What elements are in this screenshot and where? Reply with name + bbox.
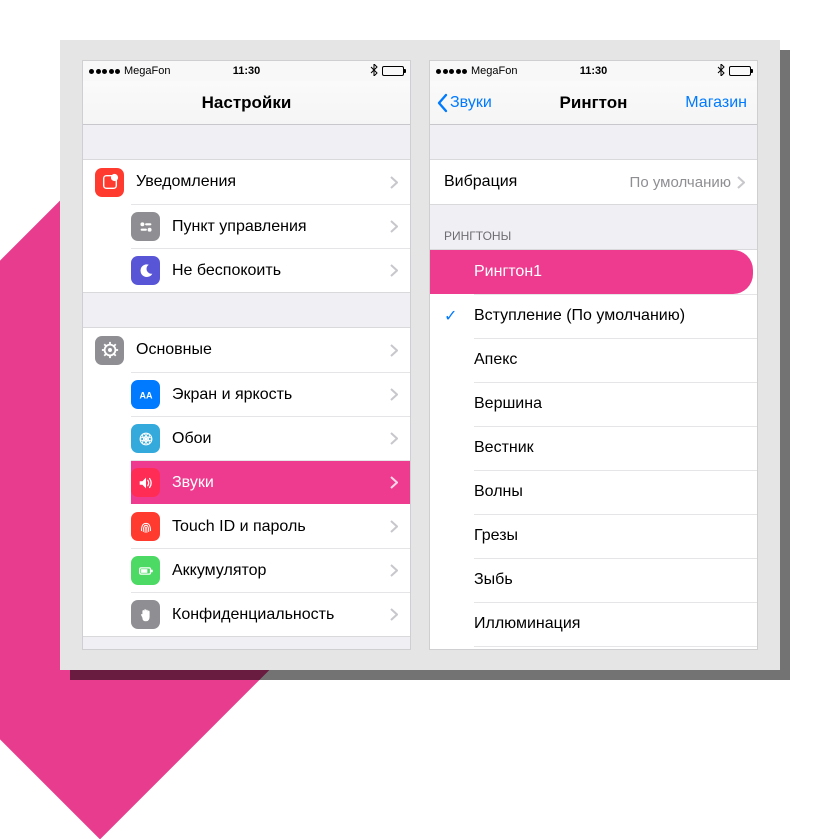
row-label: Touch ID и пароль	[172, 518, 390, 536]
row-do-not-disturb[interactable]: Не беспокоить	[131, 248, 410, 292]
row-battery[interactable]: Аккумулятор	[131, 548, 410, 592]
chevron-right-icon	[390, 476, 398, 489]
display-brightness-icon: AA	[131, 380, 160, 409]
ringtone-row[interactable]: Волны	[430, 470, 757, 514]
checkmark-icon: ✓	[444, 306, 474, 326]
ringtone-row[interactable]: Космос	[430, 646, 757, 649]
row-label: Обои	[172, 430, 390, 448]
ringtones-group: Рингтон1 ✓Вступление (По умолчанию) Апекс В…	[430, 249, 757, 649]
battery-icon	[382, 66, 404, 76]
wallpaper-icon	[131, 424, 160, 453]
gear-icon	[95, 336, 124, 365]
ringtone-label: Волны	[474, 483, 523, 501]
control-center-icon	[131, 212, 160, 241]
chevron-right-icon	[390, 564, 398, 577]
row-control-center[interactable]: Пункт управления	[131, 204, 410, 248]
settings-group-2: Основные AA Экран и яркость Обои	[83, 327, 410, 637]
chevron-right-icon	[737, 176, 745, 189]
battery-icon	[729, 66, 751, 76]
chevron-right-icon	[390, 608, 398, 621]
privacy-hand-icon	[131, 600, 160, 629]
row-label: Вибрация	[444, 173, 630, 191]
chevron-right-icon	[390, 220, 398, 233]
ringtone-row[interactable]: Иллюминация	[430, 602, 757, 646]
row-label: Звуки	[172, 474, 390, 492]
settings-list[interactable]: Уведомления Пункт управления Не беспокои…	[83, 125, 410, 649]
row-sounds[interactable]: Звуки	[131, 460, 410, 504]
status-bar: MegaFon 11:30	[430, 61, 757, 81]
status-bar: MegaFon 11:30	[83, 61, 410, 81]
nav-bar: Звуки Рингтон Магазин	[430, 81, 757, 125]
ringtone-row[interactable]: Грезы	[430, 514, 757, 558]
sounds-icon	[131, 468, 160, 497]
ringtone-label: Грезы	[474, 527, 518, 545]
row-wallpaper[interactable]: Обои	[131, 416, 410, 460]
ringtone-label: Рингтон1	[474, 263, 542, 281]
ringtone-row[interactable]: Апекс	[430, 338, 757, 382]
svg-text:AA: AA	[139, 390, 152, 400]
chevron-right-icon	[390, 388, 398, 401]
store-label: Магазин	[685, 94, 747, 112]
row-label: Основные	[136, 341, 390, 359]
row-vibration[interactable]: Вибрация По умолчанию	[430, 160, 757, 204]
row-general[interactable]: Основные	[83, 328, 410, 372]
row-label: Конфиденциальность	[172, 606, 390, 624]
store-button[interactable]: Магазин	[685, 81, 747, 124]
ringtone-row[interactable]: ✓Вступление (По умолчанию)	[430, 294, 757, 338]
ringtone-label: Вестник	[474, 439, 534, 457]
moon-icon	[131, 256, 160, 285]
nav-bar: Настройки	[83, 81, 410, 125]
row-label: Аккумулятор	[172, 562, 390, 580]
ringtone-label: Вступление (По умолчанию)	[474, 307, 685, 325]
ringtone-row[interactable]: Зыбь	[430, 558, 757, 602]
page-title: Рингтон	[560, 93, 628, 113]
ringtones-header: РИНГТОНЫ	[430, 223, 757, 249]
phone-settings: MegaFon 11:30 Настройки	[82, 60, 411, 650]
phone-ringtone: MegaFon 11:30 Звуки Рингтон Магазин	[429, 60, 758, 650]
row-label: Пункт управления	[172, 218, 390, 236]
ringtone-row[interactable]: Вершина	[430, 382, 757, 426]
back-label: Звуки	[450, 94, 492, 112]
row-label: Уведомления	[136, 173, 390, 191]
row-display[interactable]: AA Экран и яркость	[131, 372, 410, 416]
ringtone-label: Иллюминация	[474, 615, 580, 633]
ringtone-label: Апекс	[474, 351, 517, 369]
row-notifications[interactable]: Уведомления	[83, 160, 410, 204]
screenshot-stage: MegaFon 11:30 Настройки	[60, 40, 780, 670]
vibration-group: Вибрация По умолчанию	[430, 159, 757, 205]
notifications-icon	[95, 168, 124, 197]
clock-label: 11:30	[430, 65, 757, 77]
row-privacy[interactable]: Конфиденциальность	[131, 592, 410, 636]
back-button[interactable]: Звуки	[436, 81, 492, 124]
ringtone-label: Зыбь	[474, 571, 513, 589]
row-touchid[interactable]: Touch ID и пароль	[131, 504, 410, 548]
row-value: По умолчанию	[630, 174, 731, 191]
row-label: Не беспокоить	[172, 262, 390, 280]
page-title: Настройки	[202, 93, 292, 113]
chevron-right-icon	[390, 176, 398, 189]
chevron-right-icon	[390, 520, 398, 533]
ringtone-row[interactable]: Рингтон1	[430, 250, 753, 294]
ringtone-row[interactable]: Вестник	[430, 426, 757, 470]
fingerprint-icon	[131, 512, 160, 541]
chevron-right-icon	[390, 264, 398, 277]
battery-settings-icon	[131, 556, 160, 585]
ringtone-label: Вершина	[474, 395, 542, 413]
clock-label: 11:30	[83, 65, 410, 77]
chevron-right-icon	[390, 344, 398, 357]
chevron-right-icon	[390, 432, 398, 445]
settings-group-1: Уведомления Пункт управления Не беспокои…	[83, 159, 410, 293]
ringtone-content[interactable]: Вибрация По умолчанию РИНГТОНЫ Рингтон1 ✓…	[430, 125, 757, 649]
row-label: Экран и яркость	[172, 386, 390, 404]
